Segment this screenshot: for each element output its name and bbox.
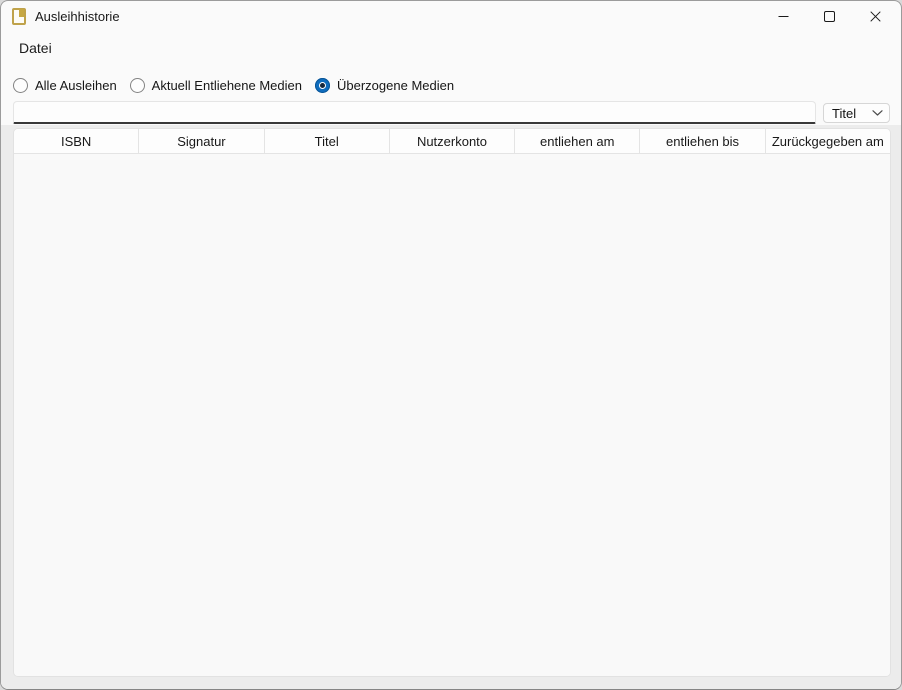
column-header-nutzerkonto[interactable]: Nutzerkonto <box>390 129 515 153</box>
table-header-row: ISBN Signatur Titel Nutzerkonto entliehe… <box>14 129 890 154</box>
radio-ueberzogene-medien[interactable]: Überzogene Medien <box>315 78 454 93</box>
titlebar: Ausleihhistorie <box>1 1 901 31</box>
radio-circle-icon <box>13 78 28 93</box>
app-window: Ausleihhistorie Datei <box>0 0 902 690</box>
scope-selected-value: Titel <box>832 106 856 121</box>
column-header-entliehen-am[interactable]: entliehen am <box>515 129 640 153</box>
column-header-signatur[interactable]: Signatur <box>139 129 264 153</box>
maximize-icon <box>824 11 835 22</box>
radio-circle-icon <box>130 78 145 93</box>
radio-alle-ausleihen[interactable]: Alle Ausleihen <box>13 78 117 93</box>
close-icon <box>870 11 881 22</box>
radio-aktuell-entliehene-medien[interactable]: Aktuell Entliehene Medien <box>130 78 302 93</box>
chevron-down-icon <box>872 110 883 116</box>
caption-buttons <box>760 1 898 31</box>
menu-item-datei[interactable]: Datei <box>13 36 58 60</box>
maximize-button[interactable] <box>806 1 852 31</box>
column-header-zurueckgegeben-am[interactable]: Zurückgegeben am <box>766 129 890 153</box>
search-input[interactable] <box>13 101 816 124</box>
column-header-isbn[interactable]: ISBN <box>14 129 139 153</box>
radio-label: Überzogene Medien <box>337 78 454 93</box>
minimize-button[interactable] <box>760 1 806 31</box>
column-header-entliehen-bis[interactable]: entliehen bis <box>640 129 765 153</box>
radio-label: Aktuell Entliehene Medien <box>152 78 302 93</box>
column-header-titel[interactable]: Titel <box>265 129 390 153</box>
menubar: Datei <box>1 34 901 62</box>
search-scope-dropdown[interactable]: Titel <box>823 103 890 123</box>
minimize-icon <box>778 11 789 22</box>
loans-table: ISBN Signatur Titel Nutzerkonto entliehe… <box>13 128 891 677</box>
filter-radio-group: Alle Ausleihen Aktuell Entliehene Medien… <box>13 72 454 98</box>
window-title: Ausleihhistorie <box>35 9 120 24</box>
radio-circle-selected-icon <box>315 78 330 93</box>
close-button[interactable] <box>852 1 898 31</box>
radio-label: Alle Ausleihen <box>35 78 117 93</box>
table-body-empty <box>14 154 890 676</box>
book-app-icon <box>12 8 26 25</box>
